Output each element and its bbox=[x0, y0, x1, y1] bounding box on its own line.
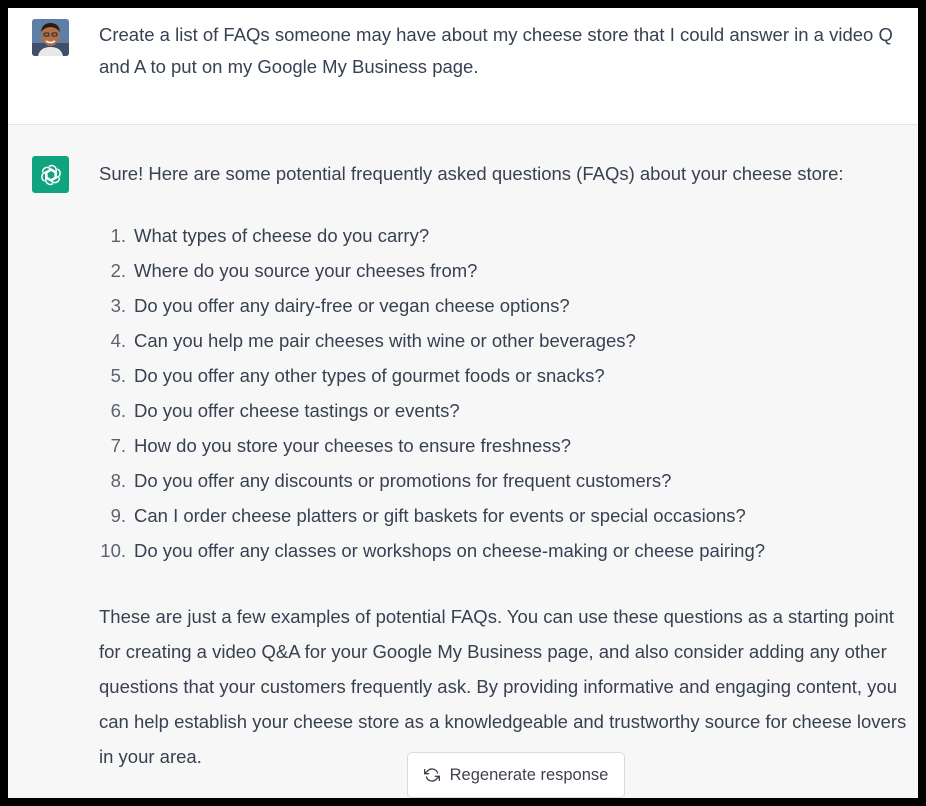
list-item: 6. Do you offer cheese tastings or events… bbox=[88, 393, 765, 428]
assistant-outro-text: These are just a few examples of potenti… bbox=[99, 606, 907, 767]
regenerate-response-button[interactable]: Regenerate response bbox=[407, 752, 625, 798]
list-item-text: Do you offer any dairy-free or vegan che… bbox=[134, 295, 570, 316]
regenerate-response-label: Regenerate response bbox=[449, 765, 609, 784]
list-item-number: 10. bbox=[100, 540, 126, 561]
refresh-icon bbox=[423, 767, 440, 783]
user-avatar bbox=[32, 19, 69, 56]
list-item-text: Can you help me pair cheeses with wine o… bbox=[134, 330, 636, 351]
list-item: 4. Can you help me pair cheeses with wine… bbox=[88, 323, 765, 358]
list-item-text: Do you offer any classes or workshops on… bbox=[134, 540, 766, 561]
list-item-text: Can I order cheese platters or gift bask… bbox=[134, 505, 746, 526]
list-item-number: 5. bbox=[110, 365, 126, 386]
list-item-number: 9. bbox=[110, 505, 126, 526]
list-item-text: Where do you source your cheeses from? bbox=[134, 260, 478, 281]
list-item-number: 4. bbox=[110, 330, 126, 351]
list-item-text: What types of cheese do you carry? bbox=[134, 225, 430, 246]
user-message-text: Create a list of FAQs someone may have a… bbox=[99, 24, 893, 77]
list-item-number: 8. bbox=[110, 470, 126, 491]
list-item-number: 1. bbox=[110, 225, 126, 246]
list-item: 5. Do you offer any other types of gourme… bbox=[88, 358, 765, 393]
assistant-message: Sure! Here are some potential frequently… bbox=[8, 125, 918, 798]
chat-window: Create a list of FAQs someone may have a… bbox=[8, 8, 918, 798]
list-item-text: Do you offer cheese tastings or events? bbox=[134, 400, 460, 421]
list-item: 9. Can I order cheese platters or gift ba… bbox=[88, 498, 765, 533]
list-item-number: 3. bbox=[110, 295, 126, 316]
list-item-number: 6. bbox=[110, 400, 126, 421]
list-item-text: Do you offer any discounts or promotions… bbox=[134, 470, 672, 491]
list-item: 3. Do you offer any dairy-free or vegan c… bbox=[88, 288, 765, 323]
list-item-number: 7. bbox=[110, 435, 126, 456]
list-item: 7. How do you store your cheeses to ensur… bbox=[88, 428, 765, 463]
user-message: Create a list of FAQs someone may have a… bbox=[8, 8, 918, 125]
list-item-text: Do you offer any other types of gourmet … bbox=[134, 365, 605, 386]
list-item: 1. What types of cheese do you carry? bbox=[88, 218, 765, 253]
assistant-intro-text: Sure! Here are some potential frequently… bbox=[99, 163, 844, 184]
list-item-number: 2. bbox=[110, 260, 126, 281]
list-item: 8. Do you offer any discounts or promotio… bbox=[88, 463, 765, 498]
list-item: 10. Do you offer any classes or workshops… bbox=[88, 533, 765, 568]
openai-logo-icon bbox=[32, 156, 69, 193]
list-item: 2. Where do you source your cheeses from? bbox=[88, 253, 765, 288]
list-item-text: How do you store your cheeses to ensure … bbox=[134, 435, 572, 456]
faq-list: 1. What types of cheese do you carry? 2. W… bbox=[88, 218, 765, 568]
